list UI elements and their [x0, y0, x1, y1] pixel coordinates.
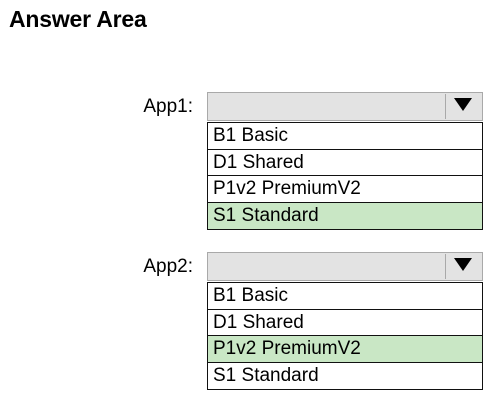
app1-option-b1-basic[interactable]: B1 Basic [208, 123, 482, 150]
app2-option-b1-basic[interactable]: B1 Basic [208, 283, 482, 310]
app1-option-list: B1 Basic D1 Shared P1v2 PremiumV2 S1 Sta… [207, 122, 483, 230]
app2-option-d1-shared[interactable]: D1 Shared [208, 310, 482, 336]
app2-option-list: B1 Basic D1 Shared P1v2 PremiumV2 S1 Sta… [207, 282, 483, 390]
app1-label: App1: [143, 96, 193, 117]
app2-dropdown[interactable] [207, 252, 483, 281]
triangle-down-icon [453, 257, 473, 277]
app1-dropdown-arrow-button[interactable] [445, 94, 480, 119]
app1-option-d1-shared[interactable]: D1 Shared [208, 150, 482, 176]
answer-area-title: Answer Area [9, 6, 147, 32]
app2-option-p1v2-premiumv2[interactable]: P1v2 PremiumV2 [208, 336, 482, 363]
app2-label: App2: [143, 256, 193, 277]
app1-option-p1v2-premiumv2[interactable]: P1v2 PremiumV2 [208, 176, 482, 203]
app2-dropdown-arrow-button[interactable] [445, 254, 480, 279]
app1-option-s1-standard[interactable]: S1 Standard [208, 202, 482, 229]
triangle-down-icon [453, 97, 473, 117]
app2-option-s1-standard[interactable]: S1 Standard [208, 363, 482, 390]
app1-dropdown[interactable] [207, 92, 483, 121]
